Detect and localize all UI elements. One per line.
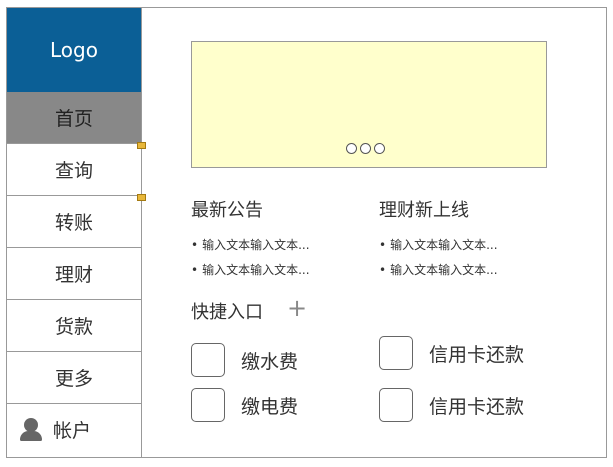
sidebar-item-wealth[interactable]: 理财 <box>7 248 141 300</box>
app-window: Logo 首页 查询 转账 理财 货款 更多 帐户 最新公告 输入文本输入文本.… <box>6 7 607 458</box>
shortcut-credit-card-repay[interactable]: 信用卡还款 <box>379 336 524 370</box>
user-icon <box>19 417 43 441</box>
sidebar-item-home[interactable]: 首页 <box>7 92 141 144</box>
sidebar-item-loan[interactable]: 货款 <box>7 300 141 352</box>
carousel-dot[interactable] <box>346 143 357 154</box>
sidebar-item-transfer[interactable]: 转账 <box>7 196 141 248</box>
shortcut-credit-card-repay[interactable]: 信用卡还款 <box>379 388 524 422</box>
banner-carousel[interactable] <box>191 41 547 168</box>
shortcut-label: 信用卡还款 <box>429 395 525 418</box>
announcements-title: 最新公告 <box>191 200 263 221</box>
sidebar-item-query[interactable]: 查询 <box>7 144 141 196</box>
announcements-list: 输入文本输入文本... 输入文本输入文本... <box>191 236 309 286</box>
sidebar-item-account[interactable]: 帐户 <box>7 404 141 454</box>
sidebar-item-more[interactable]: 更多 <box>7 352 141 404</box>
annotation-note-icon[interactable] <box>137 194 146 201</box>
quick-entry-title: 快捷入口 <box>191 302 263 323</box>
sidebar-item-account-label: 帐户 <box>53 419 92 442</box>
carousel-dot[interactable] <box>360 143 371 154</box>
list-item[interactable]: 输入文本输入文本... <box>191 236 309 261</box>
list-item[interactable]: 输入文本输入文本... <box>379 261 497 286</box>
shortcut-water-bill[interactable]: 缴水费 <box>191 343 298 377</box>
logo: Logo <box>7 8 141 92</box>
shortcut-icon-placeholder <box>191 343 225 377</box>
add-shortcut-icon[interactable]: + <box>287 294 307 322</box>
shortcut-label: 缴水费 <box>241 350 299 373</box>
new-products-title: 理财新上线 <box>379 200 469 221</box>
shortcut-electricity-bill[interactable]: 缴电费 <box>191 388 298 422</box>
carousel-dot[interactable] <box>374 143 385 154</box>
shortcut-label: 信用卡还款 <box>429 343 525 366</box>
annotation-note-icon[interactable] <box>137 142 146 149</box>
shortcut-icon-placeholder <box>191 388 225 422</box>
carousel-indicators <box>346 143 385 154</box>
sidebar: Logo 首页 查询 转账 理财 货款 更多 帐户 <box>7 8 142 457</box>
shortcut-label: 缴电费 <box>241 395 299 418</box>
list-item[interactable]: 输入文本输入文本... <box>191 261 309 286</box>
new-products-list: 输入文本输入文本... 输入文本输入文本... <box>379 236 497 286</box>
shortcut-icon-placeholder <box>379 336 413 370</box>
list-item[interactable]: 输入文本输入文本... <box>379 236 497 261</box>
shortcut-icon-placeholder <box>379 388 413 422</box>
